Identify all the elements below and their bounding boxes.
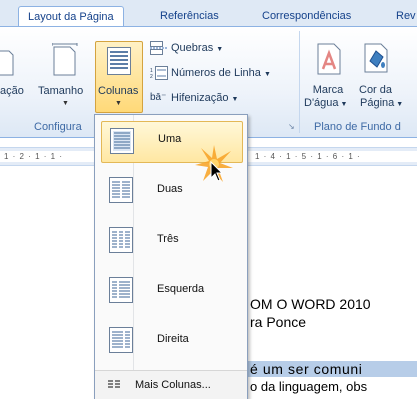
breaks-button[interactable]: Quebras ▼ (150, 39, 223, 57)
hyphenation-button[interactable]: bā⁻ Hifenização ▼ (150, 89, 238, 107)
hyphenation-icon: bā⁻ (150, 92, 167, 104)
breaks-icon (150, 41, 168, 56)
page-background-group-title: Plano de Fundo d (314, 121, 401, 133)
three-columns-icon (109, 227, 133, 253)
size-dropdown-arrow-icon: ▼ (62, 100, 69, 107)
watermark-button[interactable]: Marca D'água ▼ (304, 27, 352, 117)
tab-mailings[interactable]: Correspondências (262, 6, 351, 26)
breaks-dropdown-arrow-icon: ▼ (216, 46, 224, 53)
page-color-label-line2: Página ▼ (360, 97, 404, 109)
breaks-label: Quebras (171, 42, 214, 54)
watermark-dropdown-arrow-icon: ▼ (338, 101, 348, 108)
columns-option-three-label: Três (157, 233, 179, 245)
columns-option-one-label: Uma (158, 133, 182, 145)
mouse-cursor-icon (210, 161, 224, 182)
document-body-line-selected: é um ser comuni (246, 361, 417, 377)
hyphenation-label: Hifenização (171, 92, 229, 104)
line-numbers-button[interactable]: 1 2 Números de Linha ▼ (150, 64, 271, 82)
watermark-label-line1: Marca (312, 84, 344, 96)
columns-option-two-label: Duas (157, 183, 183, 195)
more-columns-icon (108, 380, 120, 388)
page-color-icon (364, 43, 388, 73)
two-columns-icon (109, 177, 133, 203)
document-body-line: o da linguagem, obs (250, 379, 368, 394)
page-setup-dialog-launcher-icon[interactable]: ↘ (288, 122, 295, 131)
line-numbers-label: Números de Linha (171, 67, 261, 79)
columns-button[interactable]: Colunas ▼ (95, 41, 143, 113)
ruler-left-marks: 1 · 2 · 1 · 1 · (4, 152, 64, 161)
tab-review[interactable]: Rev (396, 6, 416, 26)
tab-references[interactable]: Referências (160, 6, 219, 26)
svg-text:2: 2 (150, 74, 153, 80)
columns-label: Colunas (98, 85, 139, 97)
page-color-dropdown-arrow-icon: ▼ (394, 101, 404, 108)
more-columns-label: Mais Colunas... (135, 379, 211, 391)
columns-option-left[interactable]: Esquerda (101, 271, 241, 311)
hyphenation-dropdown-arrow-icon: ▼ (231, 96, 239, 103)
right-column-icon (109, 327, 133, 353)
document-title-line: OM O WORD 2010 (250, 296, 371, 312)
size-button[interactable]: Tamanho ▼ (36, 27, 94, 113)
columns-option-three[interactable]: Três (101, 221, 241, 261)
columns-option-right[interactable]: Direita (101, 321, 241, 361)
columns-option-left-label: Esquerda (157, 283, 205, 295)
page-color-button[interactable]: Cor da Página ▼ (356, 27, 417, 117)
one-column-icon (110, 128, 134, 154)
line-numbers-dropdown-arrow-icon: ▼ (263, 71, 271, 78)
page-setup-group-title: Configura (34, 121, 82, 133)
page-size-icon (52, 43, 78, 76)
tab-page-layout[interactable]: Layout da Página (18, 6, 124, 27)
watermark-icon (317, 43, 341, 75)
columns-dropdown-arrow-icon: ▼ (115, 100, 122, 107)
orientation-label: ação (0, 85, 24, 97)
ribbon-tab-strip: Layout da Página Referências Correspondê… (0, 0, 417, 27)
ruler-right-marks: 1 · 4 · 1 · 5 · 1 · 6 · 1 · (255, 152, 361, 161)
group-separator (299, 31, 300, 133)
left-column-icon (109, 277, 133, 303)
document-author-line: ra Ponce (250, 314, 307, 330)
orientation-button[interactable]: ação (0, 27, 40, 113)
more-columns-item[interactable]: Mais Colunas... (95, 370, 247, 399)
watermark-label-line2: D'água ▼ (304, 97, 348, 109)
columns-option-right-label: Direita (157, 333, 189, 345)
line-numbers-icon: 1 2 (150, 66, 168, 81)
size-label: Tamanho (38, 85, 84, 97)
page-color-label-line1: Cor da (359, 84, 393, 96)
columns-icon (107, 47, 131, 75)
orientation-icon (0, 50, 14, 76)
